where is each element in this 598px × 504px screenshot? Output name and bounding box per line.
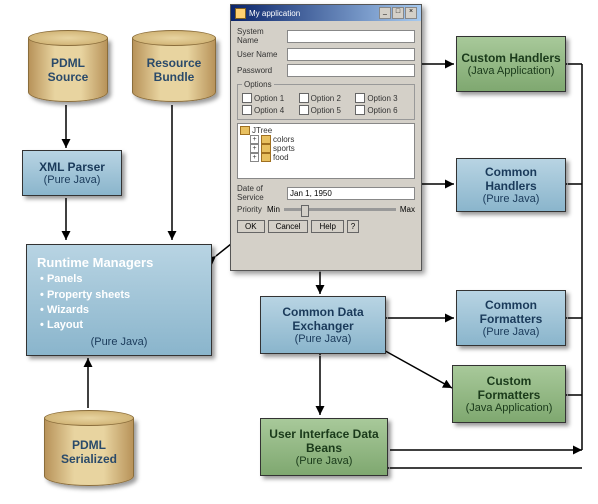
pdml-serialized-line1: PDML bbox=[72, 438, 106, 452]
rm-bullet-0: • Panels bbox=[37, 272, 153, 287]
date-label: Date of Service bbox=[237, 184, 287, 202]
ok-button[interactable]: OK bbox=[237, 220, 265, 233]
cancel-button[interactable]: Cancel bbox=[268, 220, 309, 233]
runtime-managers-box: Runtime Managers • Panels • Property she… bbox=[26, 244, 212, 356]
dialog-title-text: My application bbox=[249, 9, 300, 18]
system-name-label: System Name bbox=[237, 27, 287, 45]
folder-icon bbox=[261, 144, 271, 153]
user-name-input[interactable] bbox=[287, 48, 415, 61]
cde-title: Common Data Exchanger bbox=[265, 305, 381, 333]
xml-parser-box: XML Parser (Pure Java) bbox=[22, 150, 122, 196]
options-legend: Options bbox=[242, 80, 274, 89]
dialog-titlebar: My application _ □ × bbox=[231, 5, 421, 21]
expand-icon[interactable]: + bbox=[250, 135, 259, 144]
custom-formatters-box: Custom Formatters (Java Application) bbox=[452, 365, 566, 423]
option-6[interactable]: Option 6 bbox=[355, 105, 410, 115]
folder-icon bbox=[261, 135, 271, 144]
custom-handlers-title: Custom Handlers bbox=[461, 51, 560, 65]
tree-view[interactable]: JTree +colors +sports +food bbox=[237, 123, 415, 179]
common-formatters-title: Common Formatters bbox=[461, 298, 561, 326]
custom-handlers-box: Custom Handlers (Java Application) bbox=[456, 36, 566, 92]
ui-data-beans-sub: (Pure Java) bbox=[296, 455, 353, 467]
password-label: Password bbox=[237, 66, 287, 75]
common-formatters-sub: (Pure Java) bbox=[483, 326, 540, 338]
close-icon[interactable]: × bbox=[405, 7, 417, 19]
pdml-serialized-db: PDML Serialized bbox=[44, 410, 134, 486]
app-icon bbox=[235, 8, 246, 19]
rm-bullet-2: • Wizards bbox=[37, 303, 153, 318]
option-4[interactable]: Option 4 bbox=[242, 105, 297, 115]
custom-formatters-sub: (Java Application) bbox=[466, 402, 553, 414]
custom-formatters-title: Custom Formatters bbox=[457, 374, 561, 402]
priority-slider[interactable] bbox=[284, 208, 396, 211]
max-label: Max bbox=[400, 205, 415, 214]
maximize-icon[interactable]: □ bbox=[392, 7, 404, 19]
question-button[interactable]: ? bbox=[347, 220, 359, 233]
rm-bullet-1: • Property sheets bbox=[37, 288, 153, 303]
user-name-label: User Name bbox=[237, 50, 287, 59]
option-2[interactable]: Option 2 bbox=[299, 93, 354, 103]
common-handlers-title: Common Handlers bbox=[461, 165, 561, 193]
pdml-source-line2: Source bbox=[48, 70, 89, 84]
folder-icon bbox=[240, 126, 250, 135]
pdml-source-db: PDML Source bbox=[28, 30, 108, 102]
app-dialog: My application _ □ × System Name User Na… bbox=[230, 4, 422, 271]
minimize-icon[interactable]: _ bbox=[379, 7, 391, 19]
resource-bundle-line2: Bundle bbox=[154, 70, 195, 84]
priority-label: Priority bbox=[237, 205, 267, 214]
runtime-managers-title: Runtime Managers bbox=[37, 254, 153, 272]
resource-bundle-line1: Resource bbox=[147, 56, 202, 70]
cde-sub: (Pure Java) bbox=[295, 333, 352, 345]
common-data-exchanger-box: Common Data Exchanger (Pure Java) bbox=[260, 296, 386, 354]
xml-parser-title: XML Parser bbox=[39, 160, 105, 174]
date-input[interactable]: Jan 1, 1950 bbox=[287, 187, 415, 200]
folder-icon bbox=[261, 153, 271, 162]
pdml-source-line1: PDML bbox=[51, 56, 85, 70]
option-1[interactable]: Option 1 bbox=[242, 93, 297, 103]
resource-bundle-db: Resource Bundle bbox=[132, 30, 216, 102]
common-formatters-box: Common Formatters (Pure Java) bbox=[456, 290, 566, 346]
xml-parser-sub: (Pure Java) bbox=[44, 174, 101, 186]
option-3[interactable]: Option 3 bbox=[355, 93, 410, 103]
rm-bullet-3: • Layout bbox=[37, 318, 153, 333]
min-label: Min bbox=[267, 205, 280, 214]
common-handlers-box: Common Handlers (Pure Java) bbox=[456, 158, 566, 212]
options-fieldset: Options Option 1 Option 2 Option 3 Optio… bbox=[237, 80, 415, 120]
help-button[interactable]: Help bbox=[311, 220, 343, 233]
pdml-serialized-line2: Serialized bbox=[61, 452, 117, 466]
expand-icon[interactable]: + bbox=[250, 153, 259, 162]
runtime-managers-sub: (Pure Java) bbox=[91, 336, 148, 348]
password-input[interactable] bbox=[287, 64, 415, 77]
system-name-input[interactable] bbox=[287, 30, 415, 43]
ui-data-beans-box: User Interface Data Beans (Pure Java) bbox=[260, 418, 388, 476]
option-5[interactable]: Option 5 bbox=[299, 105, 354, 115]
custom-handlers-sub: (Java Application) bbox=[468, 65, 555, 77]
expand-icon[interactable]: + bbox=[250, 144, 259, 153]
common-handlers-sub: (Pure Java) bbox=[483, 193, 540, 205]
ui-data-beans-title: User Interface Data Beans bbox=[265, 427, 383, 455]
